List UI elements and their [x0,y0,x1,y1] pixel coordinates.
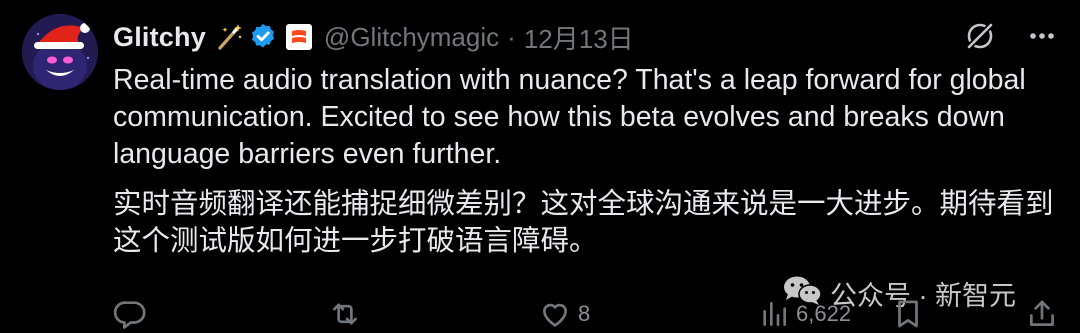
bookmark-button[interactable] [891,296,925,332]
post-top-actions [962,18,1060,54]
post[interactable]: Glitchy @Glitchymagic · 12月13日 Real-time… [0,0,1080,333]
post-text-chinese: 实时音频翻译还能捕捉细微差别？这对全球沟通来说是一大进步。期待看到这个测试版如何… [113,187,1054,257]
share-icon [1025,297,1059,331]
views-button[interactable]: 6,622 [758,296,851,332]
bookmark-icon [891,297,925,331]
reply-button[interactable] [113,296,153,332]
affiliate-badge-icon[interactable] [285,24,312,50]
post-date[interactable]: 12月13日 [524,19,634,56]
like-count: 8 [578,301,591,326]
share-button[interactable] [1025,296,1059,332]
post-text-english: Real-time audio translation with nuance?… [113,64,1026,170]
more-icon[interactable] [1024,18,1060,54]
post-header: Glitchy @Glitchymagic · 12月13日 [113,16,634,58]
grok-icon[interactable] [962,18,998,54]
author-handle[interactable]: @Glitchymagic [324,22,499,53]
repost-button[interactable] [328,296,368,332]
verified-badge-icon[interactable] [248,22,278,52]
repost-icon [328,297,362,331]
separator-dot: · [507,21,516,52]
reply-icon [113,297,147,331]
post-action-bar: 8 6,622 [113,296,1063,332]
avatar[interactable] [22,14,98,90]
magic-wand-icon [214,22,244,52]
heart-icon [538,297,572,331]
like-button[interactable]: 8 [538,296,590,332]
views-count: 6,622 [796,301,852,326]
views-icon [758,297,790,331]
author-name[interactable]: Glitchy [113,22,206,53]
avatar-image [22,14,98,90]
